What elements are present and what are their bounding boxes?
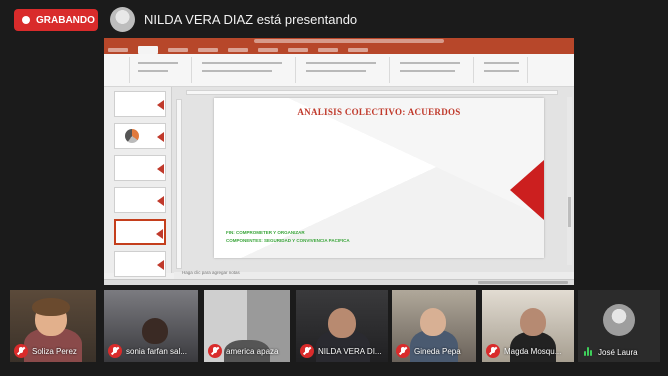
- slide-thumbnail[interactable]: [114, 251, 166, 277]
- powerpoint-workspace: ANALISIS COLECTIVO: ACUERDOS FIN: COMPRO…: [104, 87, 574, 277]
- recording-label: GRABANDO: [36, 14, 95, 26]
- slide-thumbnail[interactable]: [114, 123, 166, 149]
- mic-muted-icon: [486, 344, 500, 358]
- participant-name: José Laura: [598, 347, 638, 357]
- participant-name: NILDA VERA DI...: [318, 346, 382, 356]
- participant-name: Soliza Perez: [32, 346, 77, 356]
- tab: [198, 48, 218, 52]
- ribbon-tabs: [104, 46, 574, 54]
- participant-name: america apaza: [226, 346, 279, 356]
- notes-placeholder: Haga clic para agregar notas: [182, 270, 240, 275]
- current-slide[interactable]: ANALISIS COLECTIVO: ACUERDOS FIN: COMPRO…: [214, 98, 544, 258]
- presenter-avatar: [110, 7, 135, 32]
- tab: [228, 48, 248, 52]
- tab: [348, 48, 368, 52]
- slide-thumbnail-selected[interactable]: [114, 219, 166, 245]
- vertical-scrollbar[interactable]: [567, 97, 572, 265]
- participant-tile[interactable]: america apaza: [204, 290, 290, 362]
- participant-tile[interactable]: NILDA VERA DI...: [296, 290, 388, 362]
- shared-screen: ANALISIS COLECTIVO: ACUERDOS FIN: COMPRO…: [104, 38, 574, 285]
- mic-muted-icon: [300, 344, 314, 358]
- participant-tile[interactable]: Gineda Pepa: [392, 290, 476, 362]
- meeting-window: GRABANDO NILDA VERA DIAZ está presentand…: [0, 0, 668, 376]
- tab: [288, 48, 308, 52]
- participant-name: sonia farfan sal...: [126, 346, 187, 356]
- ribbon-group-clipboard: [106, 57, 130, 83]
- participant-tile[interactable]: sonia farfan sal...: [104, 290, 198, 362]
- horizontal-ruler: [186, 90, 558, 95]
- tab: [108, 48, 128, 52]
- powerpoint-title-bar: [104, 38, 574, 46]
- participant-name: Magda Mosqu...: [504, 346, 562, 356]
- slide-thumbnail[interactable]: [114, 155, 166, 181]
- mic-muted-icon: [14, 344, 28, 358]
- mic-muted-icon: [208, 344, 222, 358]
- slide-thumbnail[interactable]: [114, 187, 166, 213]
- presenter-status: NILDA VERA DIAZ está presentando: [144, 12, 358, 27]
- status-bar: [104, 279, 574, 285]
- participant-label: Gineda Pepa: [392, 344, 461, 358]
- participant-tile[interactable]: Soliza Perez: [10, 290, 96, 362]
- participant-label: sonia farfan sal...: [104, 344, 187, 358]
- participant-label: NILDA VERA DI...: [296, 344, 382, 358]
- tab: [168, 48, 188, 52]
- participant-tile[interactable]: José Laura: [578, 290, 660, 362]
- ribbon: [104, 54, 574, 87]
- participant-label: José Laura: [578, 346, 638, 358]
- record-dot-icon: [22, 16, 30, 24]
- slide-text-line: COMPONENTES: SEGURIDAD Y CONVIVENCIA PAC…: [226, 238, 350, 243]
- participant-label: Soliza Perez: [10, 344, 77, 358]
- avatar: [603, 304, 635, 336]
- tab: [258, 48, 278, 52]
- participant-label: america apaza: [204, 344, 278, 358]
- slide-title: ANALISIS COLECTIVO: ACUERDOS: [297, 107, 461, 117]
- slide-thumbnails: [104, 87, 172, 277]
- tab-home: [138, 46, 158, 54]
- recording-badge[interactable]: GRABANDO: [14, 9, 98, 31]
- audio-level-icon: [582, 346, 594, 358]
- tab: [318, 48, 338, 52]
- red-triangle-decoration: [510, 160, 544, 220]
- vertical-ruler: [176, 99, 182, 269]
- participant-name: Gineda Pepa: [414, 346, 461, 356]
- mic-muted-icon: [396, 344, 410, 358]
- participant-tile[interactable]: Magda Mosqu...: [482, 290, 574, 362]
- participant-label: Magda Mosqu...: [482, 344, 561, 358]
- slide-text-line: FIN: COMPROMETER Y ORGANIZAR: [226, 230, 305, 235]
- slide-thumbnail[interactable]: [114, 91, 166, 117]
- mic-muted-icon: [108, 344, 122, 358]
